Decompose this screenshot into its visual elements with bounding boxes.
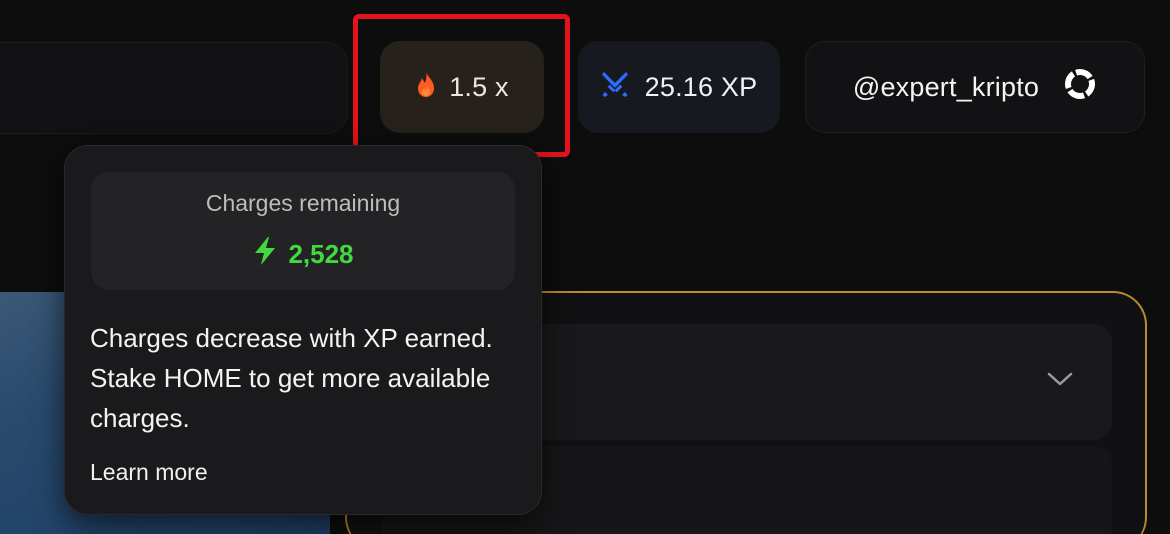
loading-ring-icon bbox=[1063, 67, 1097, 108]
xp-button[interactable]: 25.16 XP bbox=[578, 41, 780, 133]
charges-tooltip: Charges remaining 2,528 Charges decrease… bbox=[64, 145, 542, 515]
username-label: @expert_kripto bbox=[852, 71, 1040, 102]
crossed-swords-icon bbox=[601, 70, 629, 105]
chevron-down-icon[interactable] bbox=[1046, 370, 1074, 393]
multiplier-button[interactable]: 1.5 x bbox=[380, 41, 544, 133]
charges-description: Charges decrease with XP earned. Stake H… bbox=[90, 323, 493, 433]
charges-value: 2,528 bbox=[288, 239, 354, 269]
multiplier-label: 1.5 x bbox=[449, 71, 509, 102]
user-account-button[interactable]: @expert_kripto bbox=[805, 41, 1145, 133]
topbar-search-area bbox=[0, 42, 348, 134]
charges-summary: Charges remaining 2,528 bbox=[91, 172, 515, 290]
lightning-bolt-icon bbox=[252, 236, 278, 273]
app-screen: 1.5 x 25.16 XP @expert_kripto Charges re… bbox=[0, 0, 1170, 534]
learn-more-link[interactable]: Learn more bbox=[90, 459, 208, 486]
xp-label: 25.16 XP bbox=[644, 71, 758, 102]
charges-title: Charges remaining bbox=[205, 190, 401, 216]
charges-value-row: 2,528 bbox=[91, 236, 515, 273]
flame-icon bbox=[415, 70, 437, 105]
